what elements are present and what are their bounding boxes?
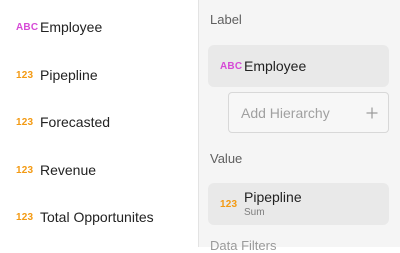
- fields-list: ABC Employee 123 Pipepline 123 Forecaste…: [0, 0, 198, 247]
- visualization-settings-panel: Label ABC Employee Add Hierarchy Value 1…: [199, 0, 400, 253]
- field-item-employee[interactable]: ABC Employee: [16, 15, 102, 39]
- number-type-icon: 123: [220, 198, 238, 210]
- aggregation-label: Sum: [244, 206, 265, 218]
- add-hierarchy-placeholder: Add Hierarchy: [241, 104, 330, 121]
- field-item-total-opportunites[interactable]: 123 Total Opportunites: [16, 205, 154, 229]
- field-label: Employee: [40, 19, 103, 35]
- number-type-icon: 123: [16, 69, 34, 81]
- label-field-chip[interactable]: ABC Employee: [208, 45, 389, 87]
- field-label: Revenue: [40, 162, 97, 178]
- label-section-title: Label: [210, 12, 242, 27]
- field-item-forecasted[interactable]: 123 Forecasted: [16, 110, 110, 134]
- text-type-icon: ABC: [16, 21, 39, 33]
- number-type-icon: 123: [16, 164, 34, 176]
- field-label: Pipepline: [40, 67, 98, 83]
- plus-icon[interactable]: [366, 107, 378, 119]
- chip-label: Employee: [244, 58, 307, 74]
- number-type-icon: 123: [16, 211, 34, 223]
- field-label: Total Opportunites: [40, 209, 154, 225]
- field-item-revenue[interactable]: 123 Revenue: [16, 158, 96, 182]
- field-label: Forecasted: [40, 114, 111, 130]
- chip-label: Pipepline: [244, 189, 302, 206]
- field-item-pipepline[interactable]: 123 Pipepline: [16, 63, 98, 87]
- number-type-icon: 123: [16, 116, 34, 128]
- value-section-title: Value: [210, 151, 243, 166]
- value-field-chip[interactable]: 123 Pipepline Sum: [208, 183, 389, 225]
- text-type-icon: ABC: [220, 60, 243, 72]
- data-filters-section-title: Data Filters: [210, 238, 277, 253]
- add-hierarchy-dropzone[interactable]: Add Hierarchy: [228, 92, 389, 133]
